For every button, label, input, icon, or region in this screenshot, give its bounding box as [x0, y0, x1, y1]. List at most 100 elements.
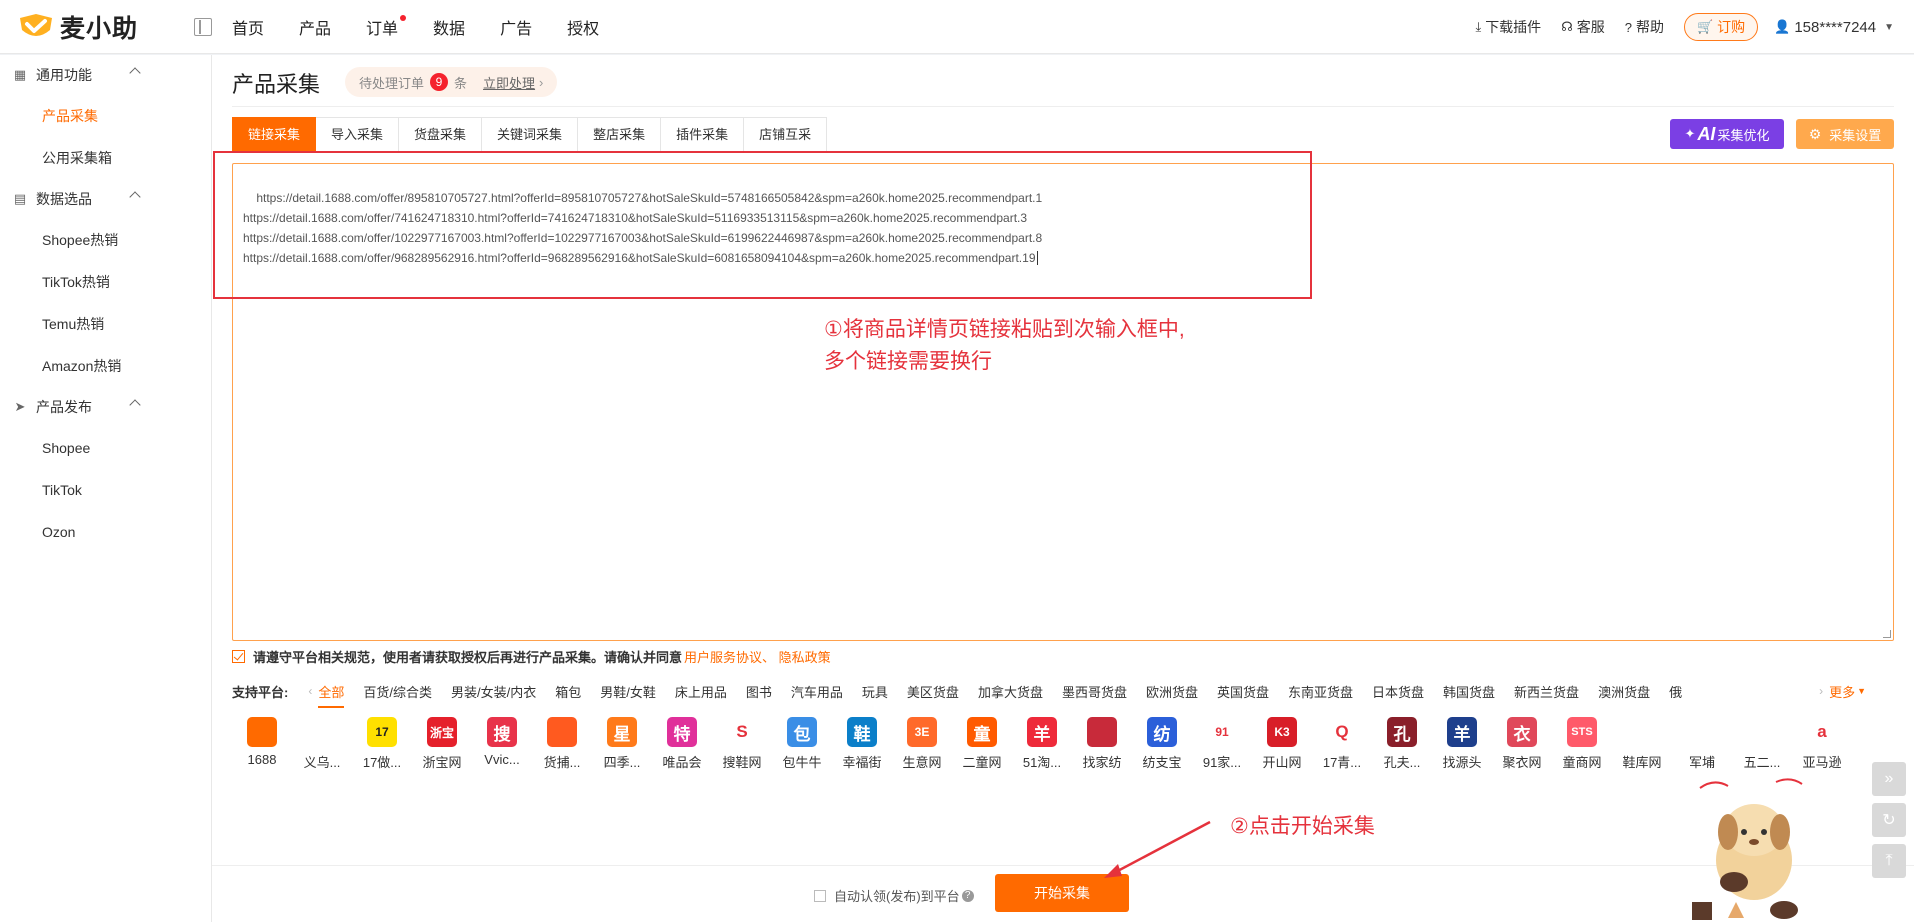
platform-item[interactable]: 1688	[232, 717, 292, 771]
platform-item[interactable]: 义乌...	[292, 717, 352, 771]
platform-item[interactable]: K3 开山网	[1252, 717, 1312, 771]
sidebar-item[interactable]: Shopee热销	[0, 219, 211, 261]
nav-item-4[interactable]: 广告	[500, 15, 532, 39]
platform-category[interactable]: 百货/综合类	[363, 682, 432, 701]
platform-item[interactable]: 衣聚衣网	[1492, 717, 1552, 771]
platform-category[interactable]: 男鞋/女鞋	[600, 682, 656, 701]
platform-item[interactable]: 孔孔夫...	[1372, 717, 1432, 771]
ai-optimize-button[interactable]: ✦ AI 采集优化	[1670, 119, 1784, 149]
platform-item[interactable]: 搜 Vvic...	[472, 717, 532, 771]
platform-item[interactable]: 羊找源头	[1432, 717, 1492, 771]
platform-item[interactable]: 17 17做...	[352, 717, 412, 771]
platform-name: 童商网	[1562, 755, 1602, 770]
refresh-icon[interactable]: ↻	[1872, 803, 1906, 837]
collect-tabs: 链接采集 导入采集 货盘采集 关键词采集 整店采集 插件采集 店铺互采	[232, 117, 828, 153]
platform-item[interactable]: a 亚马逊	[1792, 717, 1852, 771]
tab-5[interactable]: 插件采集	[661, 117, 745, 153]
platform-category[interactable]: 男装/女装/内衣	[451, 682, 536, 701]
platform-item[interactable]: 鞋幸福街	[832, 717, 892, 771]
platform-category[interactable]: 床上用品	[675, 682, 727, 701]
platform-category[interactable]: 英国货盘	[1217, 682, 1269, 701]
pending-orders-banner: 待处理订单 9 条 立即处理 ›	[345, 67, 558, 97]
tab-2[interactable]: 货盘采集	[399, 117, 483, 153]
handle-now-link[interactable]: 立即处理	[483, 73, 535, 92]
platform-category[interactable]: 俄	[1669, 682, 1682, 701]
platform-category[interactable]: 澳洲货盘	[1598, 682, 1650, 701]
auto-claim-checkbox[interactable]	[814, 889, 826, 902]
question-icon[interactable]: ?	[961, 889, 974, 902]
sidebar-item[interactable]: TikTok热销	[0, 261, 211, 303]
nav-item-0[interactable]: 首页	[232, 15, 264, 39]
sidebar-item[interactable]: Amazon热销	[0, 345, 211, 387]
platform-category[interactable]: 东南亚货盘	[1288, 682, 1353, 701]
platform-item[interactable]: 军埔	[1672, 717, 1732, 771]
nav-item-3[interactable]: 数据	[433, 15, 465, 39]
platform-item[interactable]: 五二...	[1732, 717, 1792, 771]
download-plugin-link[interactable]: ⤓ 下载插件	[1475, 17, 1541, 37]
chevron-left-icon[interactable]: ‹	[308, 684, 312, 698]
platform-name: 51淘...	[1022, 755, 1062, 770]
platform-item[interactable]: 特唯品会	[652, 717, 712, 771]
user-menu[interactable]: 👤 158****7244 ▼	[1774, 19, 1894, 36]
agreement-links[interactable]: 用户服务协议、 隐私政策	[684, 647, 831, 666]
platform-category[interactable]: 汽车用品	[791, 682, 843, 701]
sidebar-item[interactable]: Shopee	[0, 427, 211, 469]
sidebar-group-0[interactable]: ▦ 通用功能	[0, 55, 211, 95]
more-categories-button[interactable]: 更多	[1829, 682, 1855, 701]
tab-1[interactable]: 导入采集	[316, 117, 400, 153]
resize-handle-icon[interactable]	[1883, 630, 1891, 638]
platform-item[interactable]: 纺纺支宝	[1132, 717, 1192, 771]
platform-item[interactable]: Q 17青...	[1312, 717, 1372, 771]
auto-claim-option[interactable]: 自动认领(发布)到平台 ?	[814, 886, 974, 905]
help-link[interactable]: ? 帮助	[1625, 17, 1664, 37]
nav-item-5[interactable]: 授权	[567, 15, 599, 39]
platform-category[interactable]: 全部	[318, 682, 345, 708]
platform-category[interactable]: 箱包	[555, 682, 581, 701]
platform-item[interactable]: 货捕...	[532, 717, 592, 771]
sidebar-group-2[interactable]: ➤ 产品发布	[0, 387, 211, 427]
nav-item-2[interactable]: 订单	[366, 14, 407, 39]
sidebar-collapse-icon[interactable]	[194, 17, 212, 36]
platform-item[interactable]: 3E 生意网	[892, 717, 952, 771]
customer-service-link[interactable]: ☊ 客服	[1561, 17, 1605, 37]
platform-category[interactable]: 日本货盘	[1372, 682, 1424, 701]
tab-4[interactable]: 整店采集	[578, 117, 662, 153]
subscribe-button[interactable]: 🛒 订购	[1683, 13, 1759, 41]
platform-item[interactable]: 羊 51淘...	[1012, 717, 1072, 771]
tab-3[interactable]: 关键词采集	[482, 117, 579, 153]
collect-settings-button[interactable]: ⚙ 采集设置	[1796, 119, 1894, 149]
platform-category[interactable]: 欧洲货盘	[1146, 682, 1198, 701]
platform-item[interactable]: 包包牛牛	[772, 717, 832, 771]
back-to-top-icon[interactable]: ⤒	[1872, 844, 1906, 878]
sidebar-item[interactable]: 公用采集箱	[0, 137, 211, 179]
tab-6[interactable]: 店铺互采	[744, 117, 828, 153]
platform-category[interactable]: 墨西哥货盘	[1062, 682, 1127, 701]
logo[interactable]: 麦小助	[18, 9, 166, 45]
chevron-right-icon[interactable]: ›	[1819, 684, 1823, 698]
start-collect-button[interactable]: 开始采集	[995, 874, 1129, 912]
sidebar-item[interactable]: 产品采集	[0, 95, 211, 137]
nav-item-1[interactable]: 产品	[299, 15, 331, 39]
sidebar-item[interactable]: TikTok	[0, 469, 211, 511]
sidebar-item[interactable]: Ozon	[0, 511, 211, 553]
platform-category[interactable]: 韩国货盘	[1443, 682, 1495, 701]
platform-item[interactable]: 找家纺	[1072, 717, 1132, 771]
platform-item[interactable]: 鞋库网	[1612, 717, 1672, 771]
platform-category[interactable]: 美区货盘	[907, 682, 959, 701]
link-input-textarea[interactable]: https://detail.1688.com/offer/8958107057…	[232, 163, 1894, 641]
platform-category[interactable]: 加拿大货盘	[978, 682, 1043, 701]
sidebar-item[interactable]: Temu热销	[0, 303, 211, 345]
platform-item[interactable]: S 搜鞋网	[712, 717, 772, 771]
platform-category[interactable]: 新西兰货盘	[1514, 682, 1579, 701]
platform-category[interactable]: 玩具	[862, 682, 888, 701]
expand-panel-icon[interactable]: »	[1872, 762, 1906, 796]
platform-item[interactable]: STS 童商网	[1552, 717, 1612, 771]
platform-category[interactable]: 图书	[746, 682, 772, 701]
platform-item[interactable]: 星四季...	[592, 717, 652, 771]
platform-item[interactable]: 91 91家...	[1192, 717, 1252, 771]
sidebar-group-1[interactable]: ▤ 数据选品	[0, 179, 211, 219]
platform-item[interactable]: 浙宝 浙宝网	[412, 717, 472, 771]
platform-item[interactable]: 童二童网	[952, 717, 1012, 771]
agreement-checkbox[interactable]	[232, 650, 245, 663]
tab-0[interactable]: 链接采集	[232, 117, 317, 153]
